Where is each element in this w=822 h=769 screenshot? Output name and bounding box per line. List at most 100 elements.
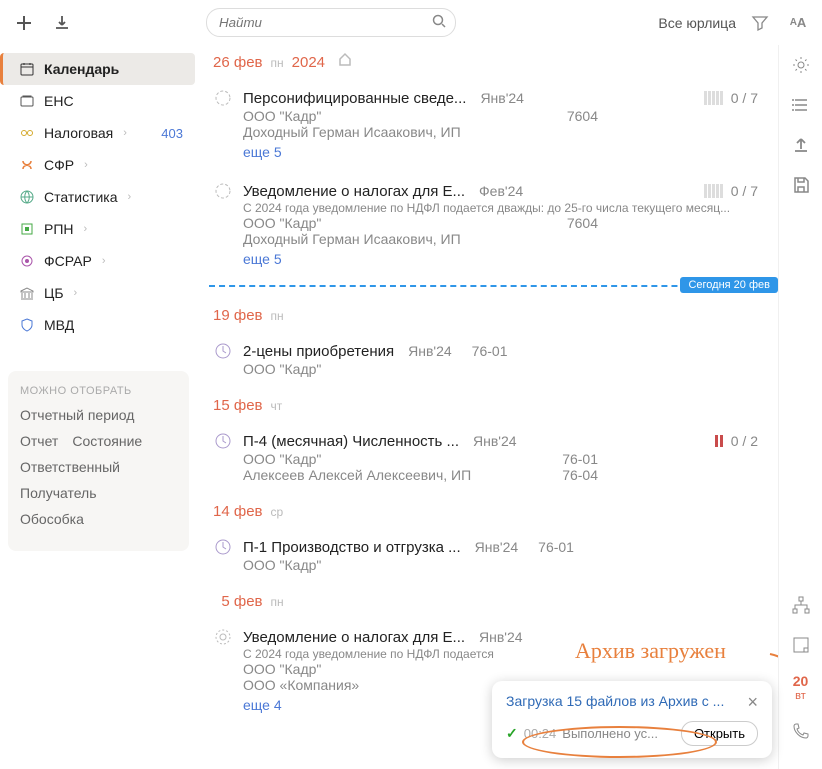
sidebar-item-rpn[interactable]: РПН › xyxy=(0,213,195,245)
phone-icon[interactable] xyxy=(789,719,813,743)
chevron-right-icon: › xyxy=(84,223,88,235)
legal-filter[interactable]: Все юрлица xyxy=(658,15,736,31)
filter-report-state[interactable]: ОтчетСостояние xyxy=(20,433,177,449)
sidebar-badge: 403 xyxy=(161,126,183,141)
header-dow: пн xyxy=(271,56,284,70)
filter-title: МОЖНО ОТОБРАТЬ xyxy=(20,385,177,397)
report-org: Доходный Герман Исаакович, ИП xyxy=(213,124,778,140)
report-item[interactable]: Персонифицированные сведе... Янв'24 0 / … xyxy=(209,81,778,166)
filter-period[interactable]: Отчетный период xyxy=(20,407,177,423)
search-icon xyxy=(432,14,446,28)
sidebar-item-tax[interactable]: Налоговая › 403 xyxy=(0,117,195,149)
open-button[interactable]: Открыть xyxy=(681,721,758,746)
sidebar-item-sfr[interactable]: СФР › xyxy=(0,149,195,181)
sidebar-item-mvd[interactable]: МВД xyxy=(0,309,195,341)
date-group-header: 14 фев ср xyxy=(209,497,778,530)
calendar-icon xyxy=(18,60,36,78)
filter-subdivision[interactable]: Обособка xyxy=(20,511,177,527)
date-group-header: 19 фев пн xyxy=(209,301,778,334)
report-icon xyxy=(213,537,233,557)
report-item[interactable]: П-4 (месячная) Численность ... Янв'24 0 … xyxy=(209,424,778,489)
save-icon[interactable] xyxy=(789,173,813,197)
report-item[interactable]: П-1 Производство и отгрузка ... Янв'24 7… xyxy=(209,530,778,579)
filter-responsible[interactable]: Ответственный xyxy=(20,459,177,475)
report-org: ООО "Кадр" xyxy=(213,361,778,377)
download-button[interactable] xyxy=(48,9,76,37)
report-more[interactable]: еще 5 xyxy=(213,144,778,160)
report-title: 2-цены приобретения xyxy=(243,343,394,360)
upload-icon[interactable] xyxy=(789,133,813,157)
sidebar-item-stat[interactable]: Статистика › xyxy=(0,181,195,213)
right-sidebar: 20вт xyxy=(778,45,822,769)
sfr-icon xyxy=(18,156,36,174)
report-icon xyxy=(213,431,233,451)
report-icon xyxy=(213,341,233,361)
filter-recipient[interactable]: Получатель xyxy=(20,485,177,501)
globe-icon xyxy=(18,188,36,206)
report-org: ООО "Кадр" xyxy=(213,661,778,677)
report-count: 0 / 2 xyxy=(731,433,758,449)
sidebar-item-label: Статистика xyxy=(44,189,118,205)
chevron-right-icon: › xyxy=(128,191,132,203)
chevron-right-icon: › xyxy=(102,255,106,267)
chevron-right-icon: › xyxy=(123,127,127,139)
content: 26 фев пн 2024 Персонифицированные сведе… xyxy=(195,45,778,769)
report-title: Уведомление о налогах для Е... xyxy=(243,183,465,200)
today-divider: Сегодня 20 фев xyxy=(209,285,778,287)
date-header: 26 фев пн 2024 xyxy=(209,45,778,81)
sidebar-item-ens[interactable]: ЕНС xyxy=(0,85,195,117)
notification-time: 00:24 xyxy=(524,726,557,741)
report-count: 0 / 7 xyxy=(731,90,758,106)
search-field[interactable] xyxy=(206,8,456,37)
note-icon[interactable] xyxy=(789,633,813,657)
report-period: Янв'24 xyxy=(480,90,524,106)
report-note: С 2024 года уведомление по НДФЛ подается… xyxy=(213,201,778,215)
report-note: С 2024 года уведомление по НДФЛ подается xyxy=(213,647,778,661)
rpn-icon xyxy=(18,220,36,238)
sidebar-item-label: ЕНС xyxy=(44,93,74,109)
search-input[interactable] xyxy=(206,8,456,37)
home-icon[interactable] xyxy=(337,51,353,67)
sidebar-item-label: ФСРАР xyxy=(44,253,92,269)
report-title: П-4 (месячная) Численность ... xyxy=(243,433,459,450)
mini-date[interactable]: 20вт xyxy=(793,673,809,703)
sidebar-item-calendar[interactable]: Календарь xyxy=(0,53,195,85)
sidebar-item-label: МВД xyxy=(44,317,74,333)
report-more[interactable]: еще 5 xyxy=(213,251,778,267)
report-item[interactable]: Уведомление о налогах для Е... Фев'24 0 … xyxy=(209,174,778,273)
tax-icon xyxy=(18,124,36,142)
sidebar-item-fsrar[interactable]: ФСРАР › xyxy=(0,245,195,277)
report-icon xyxy=(213,627,233,647)
report-code: 76-01 xyxy=(472,343,508,359)
gear-icon[interactable] xyxy=(789,53,813,77)
date-group-header: 5 фев пн xyxy=(209,587,778,620)
notification-title[interactable]: Загрузка 15 файлов из Архив с ... xyxy=(506,693,747,709)
close-icon[interactable]: × xyxy=(747,693,758,711)
report-item[interactable]: 2-цены приобретения Янв'24 76-01 ООО "Ка… xyxy=(209,334,778,383)
report-icon xyxy=(213,181,233,201)
sidebar-item-label: ЦБ xyxy=(44,285,64,301)
report-icon xyxy=(213,88,233,108)
bank-icon xyxy=(18,284,36,302)
report-period: Янв'24 xyxy=(408,343,452,359)
report-org: ООО "Кадр"76-01 xyxy=(213,451,778,467)
sidebar-item-label: Календарь xyxy=(44,61,119,77)
header-year: 2024 xyxy=(292,54,325,71)
today-badge: Сегодня 20 фев xyxy=(680,277,778,293)
filter-icon[interactable] xyxy=(746,9,774,37)
report-org: ООО "Кадр"7604 xyxy=(213,108,778,124)
sidebar-item-cb[interactable]: ЦБ › xyxy=(0,277,195,309)
add-button[interactable] xyxy=(10,9,38,37)
sidebar: Календарь ЕНС Налоговая › 403 СФР › Стат… xyxy=(0,45,195,769)
shield-icon xyxy=(18,316,36,334)
progress-stripes-icon xyxy=(704,184,723,198)
report-title: Персонифицированные сведе... xyxy=(243,90,466,107)
list-icon[interactable] xyxy=(789,93,813,117)
notification-toast: Загрузка 15 файлов из Архив с ... × ✓ 00… xyxy=(492,681,772,758)
header-day: 26 фев xyxy=(213,54,263,71)
pause-icon xyxy=(715,435,723,447)
report-title: Уведомление о налогах для Е... xyxy=(243,629,465,646)
sitemap-icon[interactable] xyxy=(789,593,813,617)
report-period: Янв'24 xyxy=(475,539,519,555)
font-size-icon[interactable]: AA xyxy=(784,9,812,37)
